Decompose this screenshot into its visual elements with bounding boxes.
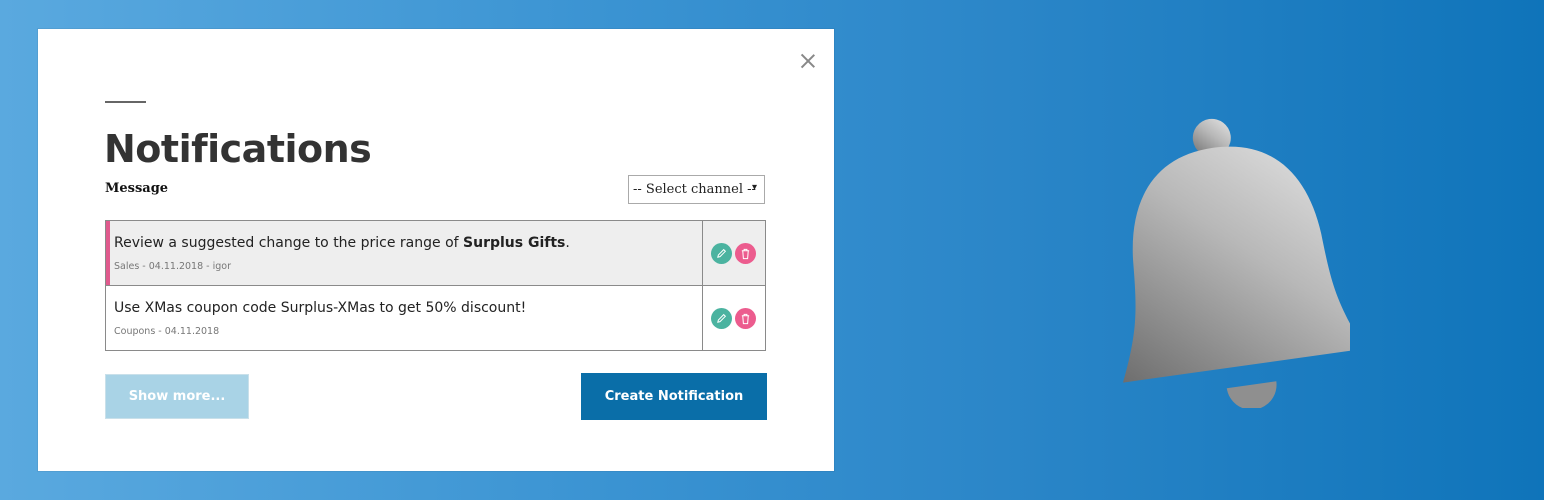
notification-meta: Sales - 04.11.2018 - igor: [114, 261, 232, 272]
notification-text: Use XMas coupon code Surplus-XMas to get…: [114, 300, 527, 316]
unread-indicator: [106, 221, 110, 285]
trash-icon: [741, 248, 750, 259]
notifications-table: Review a suggested change to the price r…: [105, 220, 766, 351]
edit-button[interactable]: [711, 243, 732, 264]
close-icon[interactable]: [800, 53, 816, 69]
message-label: Message: [105, 181, 169, 196]
notification-text: Review a suggested change to the price r…: [114, 235, 570, 251]
table-row[interactable]: Review a suggested change to the price r…: [106, 221, 765, 286]
delete-button[interactable]: [735, 308, 756, 329]
show-more-button[interactable]: Show more...: [105, 374, 249, 419]
channel-select-value: -- Select channel --: [633, 182, 756, 197]
chevron-down-icon: ▾: [751, 182, 757, 193]
create-notification-button[interactable]: Create Notification: [581, 373, 767, 420]
trash-icon: [741, 313, 750, 324]
bell-icon: [1123, 118, 1350, 408]
notifications-modal: Notifications Message -- Select channel …: [38, 29, 834, 471]
notification-meta: Coupons - 04.11.2018: [114, 326, 220, 337]
delete-button[interactable]: [735, 243, 756, 264]
title-accent-line: [105, 101, 146, 103]
edit-button[interactable]: [711, 308, 732, 329]
channel-select[interactable]: -- Select channel -- ▾: [628, 175, 765, 204]
notification-highlight: Surplus Gifts: [463, 235, 566, 251]
row-actions: [702, 221, 766, 285]
page-title: Notifications: [104, 127, 372, 171]
row-actions: [702, 286, 766, 351]
pencil-icon: [717, 248, 727, 258]
table-row[interactable]: Use XMas coupon code Surplus-XMas to get…: [106, 286, 765, 351]
pencil-icon: [717, 313, 727, 323]
